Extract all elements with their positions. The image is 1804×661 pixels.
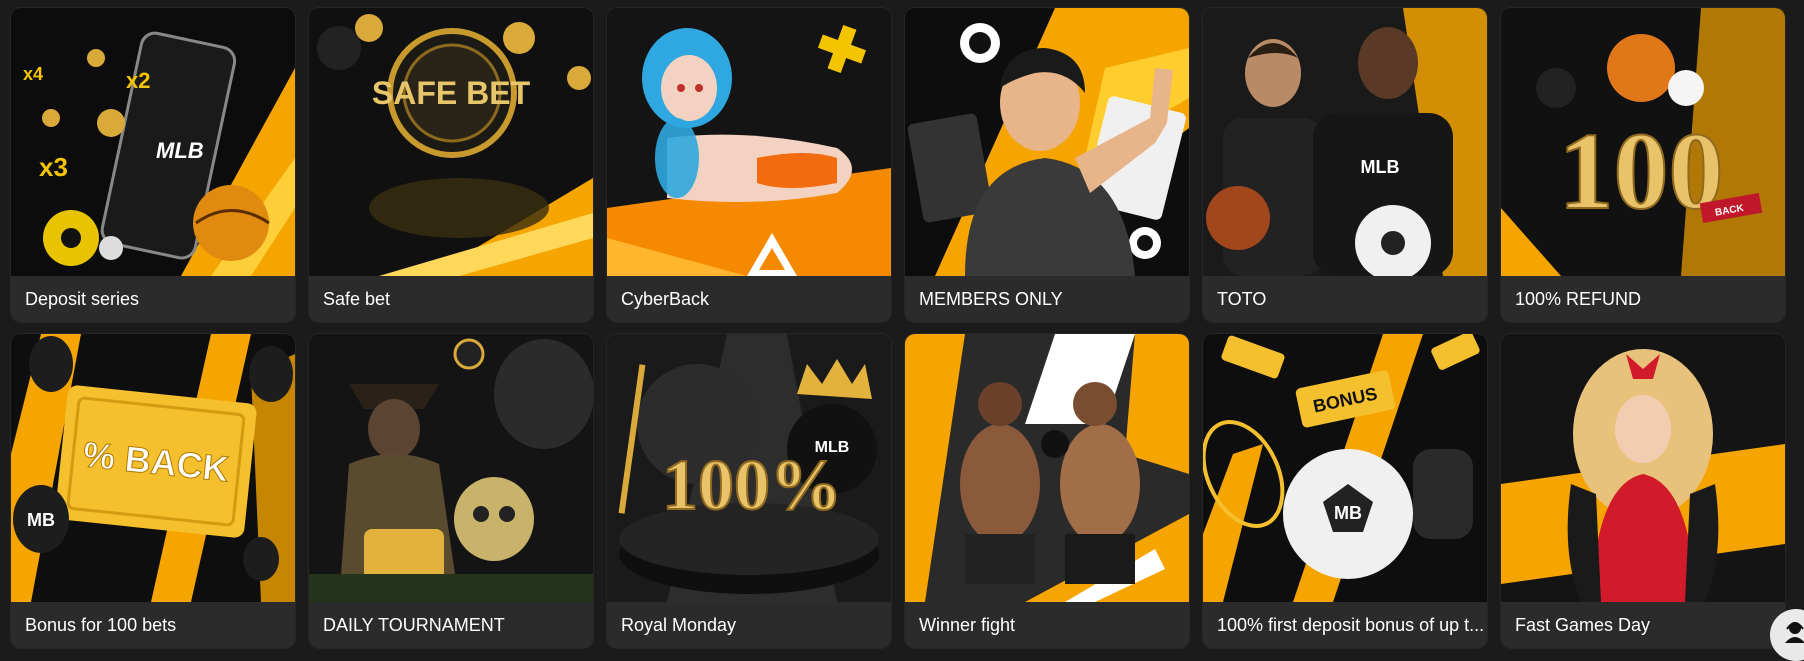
promo-card-100-refund[interactable]: 100 BACK 100% REFUND xyxy=(1501,8,1785,322)
promo-card-daily-tournament[interactable]: DAILY TOURNAMENT xyxy=(309,334,593,648)
promo-card-winner-fight[interactable]: Winner fight xyxy=(905,334,1189,648)
red-dress-girl-art xyxy=(1501,334,1785,602)
safe-bet-coin-art: SAFE BET xyxy=(309,8,593,276)
cowboy-dragon-art xyxy=(309,334,593,602)
promo-title: Deposit series xyxy=(11,276,295,322)
athletes-art: MLB xyxy=(1203,8,1487,276)
boxers-art xyxy=(905,334,1189,602)
promo-card-bonus-100-bets[interactable]: % BACK MB Bonus for 100 bets xyxy=(11,334,295,648)
balloon-logo: MB xyxy=(27,510,55,530)
royal-100-badge: 100% xyxy=(662,445,842,525)
promo-card-cyberback[interactable]: CyberBack xyxy=(607,8,891,322)
promo-title: Fast Games Day xyxy=(1501,602,1785,648)
multiplier-x2: x2 xyxy=(126,68,150,93)
promo-title: 100% REFUND xyxy=(1501,276,1785,322)
promo-title: Royal Monday xyxy=(607,602,891,648)
safe-bet-badge: SAFE BET xyxy=(372,75,531,111)
percent-back-ticket-art: % BACK MB xyxy=(11,334,295,602)
promo-title: CyberBack xyxy=(607,276,891,322)
promo-card-fast-games-day[interactable]: Fast Games Day xyxy=(1501,334,1785,648)
jersey-logo: MLB xyxy=(1361,157,1400,177)
multiplier-x4: x4 xyxy=(23,64,43,84)
thumbs-up-man-art xyxy=(905,8,1189,276)
promo-title: MEMBERS ONLY xyxy=(905,276,1189,322)
phone-logo-text: MLB xyxy=(156,138,204,163)
promo-card-royal-monday[interactable]: 100% MLB Royal Monday xyxy=(607,334,891,648)
promo-card-safe-bet[interactable]: SAFE BET Safe bet xyxy=(309,8,593,322)
promo-title: TOTO xyxy=(1203,276,1487,322)
promo-card-members-only[interactable]: MEMBERS ONLY xyxy=(905,8,1189,322)
promotions-grid: MLB x4 x2 x3 Deposit series SAFE BET Saf… xyxy=(11,8,1785,648)
promo-card-deposit-series[interactable]: MLB x4 x2 x3 Deposit series xyxy=(11,8,295,322)
bonus-ball-art: BONUS MB xyxy=(1203,334,1487,602)
gold-100-badge: 100 xyxy=(1559,110,1724,232)
ball-logo: MB xyxy=(1334,503,1362,523)
promo-card-first-deposit-bonus[interactable]: BONUS MB 100% first deposit bonus of up … xyxy=(1203,334,1487,648)
promo-card-toto[interactable]: MLB TOTO xyxy=(1203,8,1487,322)
gold-100-art: 100 BACK xyxy=(1501,8,1785,276)
multiplier-x3: x3 xyxy=(39,152,68,182)
promo-title: DAILY TOURNAMENT xyxy=(309,602,593,648)
promo-title: Bonus for 100 bets xyxy=(11,602,295,648)
promo-title: Safe bet xyxy=(309,276,593,322)
support-agent-icon xyxy=(1782,619,1804,650)
ball-logo: MLB xyxy=(815,439,850,456)
anime-girl-art xyxy=(607,8,891,276)
phone-with-balls-art: MLB x4 x2 x3 xyxy=(11,8,295,276)
promo-title: Winner fight xyxy=(905,602,1189,648)
royal-100-art: 100% MLB xyxy=(607,334,891,602)
promo-title: 100% first deposit bonus of up t... xyxy=(1203,602,1487,648)
